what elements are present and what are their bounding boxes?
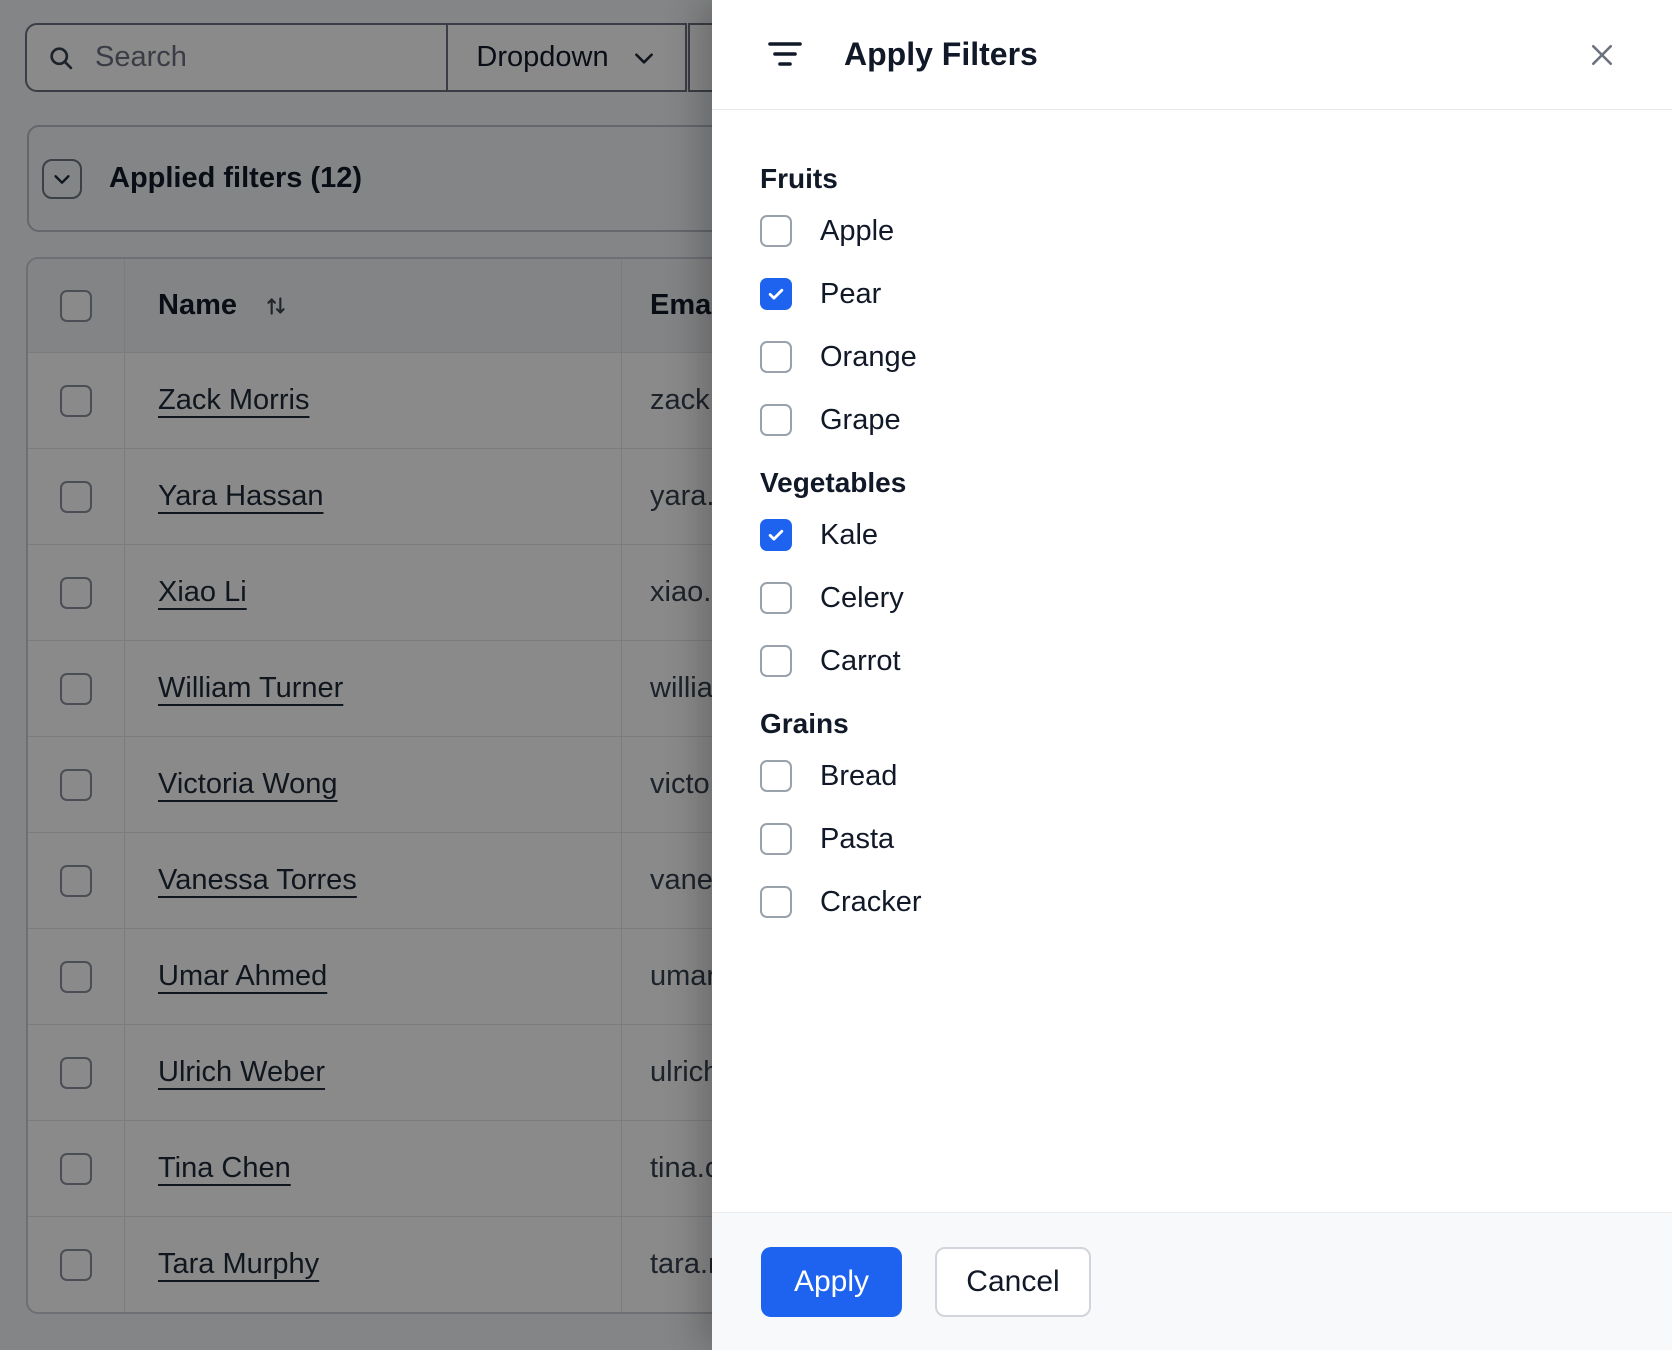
apply-button[interactable]: Apply [761,1247,902,1317]
filter-section: Vegetables Kale Celery Carrot [760,467,1624,677]
panel-header: Apply Filters [712,0,1672,110]
filter-checkbox[interactable] [760,341,792,373]
filter-checkbox[interactable] [760,886,792,918]
filter-icon [768,41,802,66]
panel-body: Fruits Apple Pear Orange Grape Vegetable… [712,110,1672,918]
filter-option: Orange [760,341,1624,373]
filter-checkbox[interactable] [760,404,792,436]
filter-option-label: Celery [820,581,904,614]
filter-option-label: Pear [820,277,882,310]
filter-option-label: Apple [820,214,895,247]
filter-section-heading: Grains [760,708,849,739]
filter-checkbox[interactable] [760,278,792,310]
filter-section-heading: Fruits [760,163,838,194]
apply-filters-panel: Apply Filters Fruits Apple Pear Orange G… [712,0,1672,1350]
filter-option-label: Kale [820,518,879,551]
filter-option-label: Bread [820,759,898,792]
filter-option-label: Pasta [820,822,895,855]
filter-checkbox[interactable] [760,582,792,614]
filter-option-label: Grape [820,403,901,436]
panel-title: Apply Filters [844,36,1038,72]
filter-option-label: Carrot [820,644,901,677]
filter-checkbox[interactable] [760,760,792,792]
check-icon [768,529,784,541]
cancel-button[interactable]: Cancel [935,1247,1091,1317]
filter-option: Pasta [760,823,1624,855]
close-button[interactable] [1580,33,1624,77]
filter-checkbox[interactable] [760,645,792,677]
filter-option-label: Orange [820,340,917,373]
panel-footer: Apply Cancel [712,1212,1672,1350]
filter-option: Grape [760,404,1624,436]
filter-option: Kale [760,519,1624,551]
filter-option: Celery [760,582,1624,614]
filter-option-label: Cracker [820,885,922,918]
filter-option: Pear [760,278,1624,310]
filter-section: Fruits Apple Pear Orange Grape [760,163,1624,436]
filter-option: Cracker [760,886,1624,918]
filter-section: Grains Bread Pasta Cracker [760,708,1624,918]
check-icon [768,288,784,300]
filter-checkbox[interactable] [760,215,792,247]
filter-option: Bread [760,760,1624,792]
filter-option: Apple [760,215,1624,247]
filter-section-heading: Vegetables [760,467,907,498]
close-icon [1591,44,1613,65]
filter-checkbox[interactable] [760,823,792,855]
filter-option: Carrot [760,645,1624,677]
filter-checkbox[interactable] [760,519,792,551]
